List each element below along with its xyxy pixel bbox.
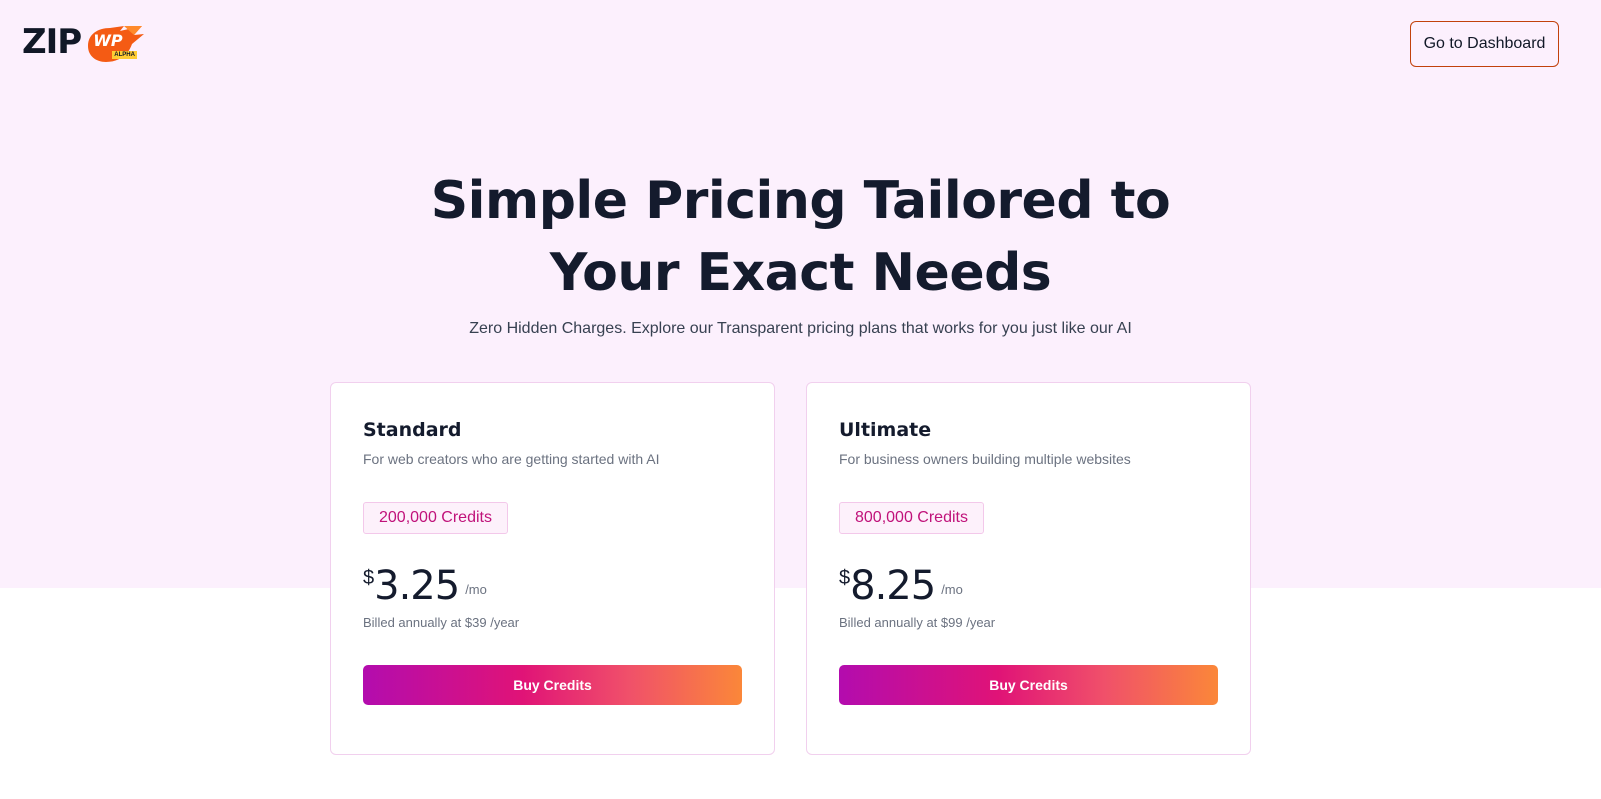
billing-note: Billed annually at $39 /year	[363, 615, 520, 630]
logo-badge-text: WP	[93, 31, 123, 50]
plan-name: Standard	[363, 419, 462, 441]
price: $ 8.25 /mo	[839, 563, 963, 609]
page-subtitle: Zero Hidden Charges. Explore our Transpa…	[469, 320, 1132, 337]
logo-text: ZIP	[22, 22, 82, 62]
plan-description: For web creators who are getting started…	[363, 451, 660, 467]
price-value: 8.25	[850, 563, 936, 609]
logo-flame-icon: WP ALPHA	[84, 20, 146, 64]
page-title-line1: Simple Pricing Tailored to	[430, 171, 1171, 231]
price-currency: $	[839, 567, 851, 589]
plan-name: Ultimate	[839, 419, 932, 441]
price-currency: $	[363, 567, 375, 589]
go-to-dashboard-button[interactable]: Go to Dashboard	[1410, 21, 1559, 67]
price-period: /mo	[465, 582, 487, 597]
plan-description: For business owners building multiple we…	[839, 451, 1131, 467]
page-title-line2: Your Exact Needs	[549, 243, 1052, 303]
credits-badge: 200,000 Credits	[363, 502, 508, 534]
plan-card-standard: Standard For web creators who are gettin…	[330, 382, 775, 755]
alpha-tag: ALPHA	[112, 51, 137, 59]
price-period: /mo	[941, 582, 963, 597]
buy-credits-button[interactable]: Buy Credits	[363, 665, 742, 705]
zipwp-logo[interactable]: ZIP WP ALPHA	[22, 20, 152, 64]
plan-card-ultimate: Ultimate For business owners building mu…	[806, 382, 1251, 755]
credits-badge: 800,000 Credits	[839, 502, 984, 534]
buy-credits-button[interactable]: Buy Credits	[839, 665, 1218, 705]
billing-note: Billed annually at $99 /year	[839, 615, 996, 630]
price-value: 3.25	[374, 563, 460, 609]
price: $ 3.25 /mo	[363, 563, 487, 609]
page-title: Simple Pricing Tailored to Your Exact Ne…	[0, 165, 1601, 309]
